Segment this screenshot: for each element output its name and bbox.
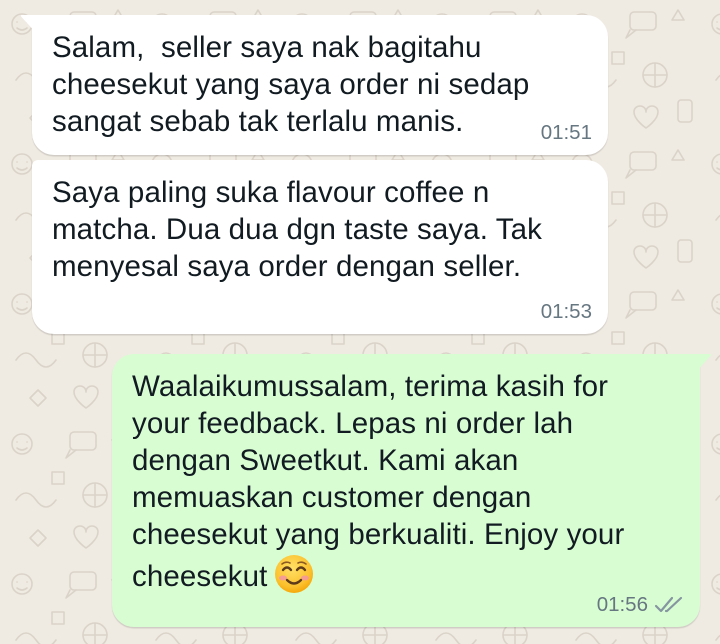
message-text: Waalaikumussalam, terima kasih for your … (132, 368, 682, 595)
message-text-content: Waalaikumussalam, terima kasih for your … (132, 370, 625, 593)
message-meta: 01:51 (541, 121, 592, 145)
message-meta: 01:53 (541, 300, 592, 324)
bubble-tail (20, 15, 38, 35)
message-bubble-incoming[interactable]: Saya paling suka flavour coffee n matcha… (32, 160, 608, 334)
double-check-read-icon (654, 595, 684, 615)
message-text: Salam, seller saya nak bagitahu cheeseku… (52, 31, 530, 138)
message-timestamp: 01:51 (540, 121, 592, 144)
message-bubble-incoming[interactable]: Salam, seller saya nak bagitahu cheeseku… (20, 15, 608, 155)
message-timestamp: 01:56 (596, 593, 648, 616)
message-meta: 01:56 (597, 593, 684, 617)
bubble-tail (694, 354, 712, 374)
message-bubble-outgoing[interactable]: Waalaikumussalam, terima kasih for your … (112, 354, 712, 627)
smiling-face-with-smiling-eyes-icon (275, 555, 314, 593)
message-timestamp: 01:53 (540, 300, 592, 323)
message-text: Saya paling suka flavour coffee n matcha… (52, 176, 543, 283)
